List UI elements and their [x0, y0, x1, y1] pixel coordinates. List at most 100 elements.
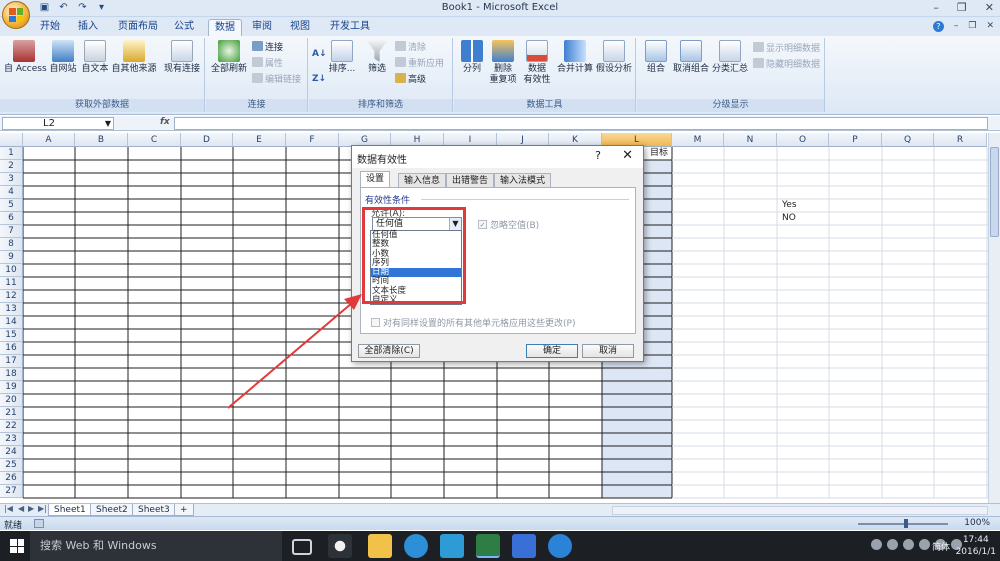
row-header[interactable]: 4	[0, 186, 23, 199]
row-header[interactable]: 23	[0, 433, 23, 446]
cancel-button[interactable]: 取消	[582, 344, 634, 358]
column-header[interactable]: F	[286, 133, 339, 147]
clear-filter-button[interactable]: 清除	[395, 41, 426, 55]
column-header[interactable]: Q	[882, 133, 934, 147]
tab-insert[interactable]: 插入	[72, 19, 104, 36]
taskbar-clock[interactable]: 17:44 2016/1/1	[956, 534, 996, 558]
insert-function-icon[interactable]: fx	[160, 117, 170, 127]
browser-icon[interactable]	[404, 534, 428, 558]
row-header[interactable]: 19	[0, 381, 23, 394]
ime-indicator[interactable]: 简体	[932, 540, 950, 553]
tab-ime-mode[interactable]: 输入法模式	[494, 173, 552, 188]
text-to-columns-button[interactable]: 分列	[457, 40, 487, 75]
row-header[interactable]: 22	[0, 420, 23, 433]
baidu-app-icon[interactable]	[512, 534, 536, 558]
security-icon[interactable]	[887, 539, 898, 550]
task-view-icon[interactable]	[292, 539, 312, 555]
tab-view[interactable]: 视图	[284, 19, 316, 36]
zoom-slider-knob[interactable]	[904, 519, 908, 528]
edit-links-button[interactable]: 编辑链接	[252, 73, 301, 87]
row-header[interactable]: 11	[0, 277, 23, 290]
remove-duplicates-button[interactable]: 删除 重复项	[488, 40, 518, 86]
row-header[interactable]: 17	[0, 355, 23, 368]
last-sheet-icon[interactable]: ▶|	[38, 504, 47, 513]
row-header[interactable]: 13	[0, 303, 23, 316]
consolidate-button[interactable]: 合并计算	[556, 40, 594, 75]
sheet-tab-2[interactable]: Sheet2	[90, 504, 134, 516]
messenger-icon[interactable]	[440, 534, 464, 558]
help-icon[interactable]: ?	[932, 21, 944, 32]
row-header[interactable]: 5	[0, 199, 23, 212]
vertical-scrollbar[interactable]	[988, 133, 1000, 503]
close-icon[interactable]: ✕	[985, 1, 994, 14]
row-header[interactable]: 16	[0, 342, 23, 355]
restore-workbook-icon[interactable]: ❐	[968, 21, 976, 32]
existing-connections-button[interactable]: 现有连接	[162, 40, 202, 75]
show-detail-button[interactable]: 显示明细数据	[753, 42, 820, 56]
from-text-button[interactable]: 自文本	[80, 40, 110, 75]
ok-button[interactable]: 确定	[526, 344, 578, 358]
column-header[interactable]: C	[128, 133, 181, 147]
clear-all-button[interactable]: 全部清除(C)	[358, 344, 420, 358]
select-all-corner[interactable]	[0, 133, 23, 147]
k-app-icon[interactable]	[548, 534, 572, 558]
row-header[interactable]: 2	[0, 160, 23, 173]
sheet-tab-3[interactable]: Sheet3	[132, 504, 176, 516]
tab-data[interactable]: 数据	[208, 19, 242, 36]
row-header[interactable]: 7	[0, 225, 23, 238]
row-header[interactable]: 25	[0, 459, 23, 472]
subtotal-button[interactable]: 分类汇总	[711, 40, 749, 75]
file-explorer-icon[interactable]	[368, 534, 392, 558]
hide-detail-button[interactable]: 隐藏明细数据	[753, 58, 820, 72]
row-header[interactable]: 14	[0, 316, 23, 329]
row-header[interactable]: 3	[0, 173, 23, 186]
column-header[interactable]: N	[724, 133, 777, 147]
pinwheel-app-icon[interactable]	[328, 534, 352, 558]
dialog-close-icon[interactable]: ✕	[622, 148, 633, 163]
cell-O6[interactable]: NO	[782, 212, 796, 225]
row-header[interactable]: 12	[0, 290, 23, 303]
bluetooth-icon[interactable]	[919, 539, 930, 550]
column-header[interactable]: O	[777, 133, 829, 147]
minimize-icon[interactable]: –	[933, 1, 939, 14]
row-header[interactable]: 26	[0, 472, 23, 485]
row-header[interactable]: 20	[0, 394, 23, 407]
row-header[interactable]: 18	[0, 368, 23, 381]
sort-az-icon[interactable]: A↓	[312, 47, 327, 61]
tab-developer[interactable]: 开发工具	[324, 19, 376, 36]
minimize-workbook-icon[interactable]: –	[954, 21, 959, 32]
row-header[interactable]: 21	[0, 407, 23, 420]
tab-formulas[interactable]: 公式	[168, 19, 200, 36]
row-header[interactable]: 1	[0, 147, 23, 160]
column-header[interactable]: D	[181, 133, 233, 147]
restore-icon[interactable]: ❐	[957, 1, 967, 14]
apply-to-all-checkbox[interactable]: 对有同样设置的所有其他单元格应用这些更改(P)	[371, 316, 575, 329]
from-other-sources-button[interactable]: 自其他来源	[110, 40, 158, 75]
cell-O5[interactable]: Yes	[782, 199, 797, 212]
from-web-button[interactable]: 自网站	[46, 40, 80, 75]
taskbar-search[interactable]: 搜索 Web 和 Windows	[30, 531, 282, 561]
column-header[interactable]: E	[233, 133, 286, 147]
macro-record-icon[interactable]	[34, 519, 44, 528]
tab-input-message[interactable]: 输入信息	[398, 173, 447, 188]
row-header[interactable]: 15	[0, 329, 23, 342]
formula-input[interactable]	[174, 117, 988, 130]
row-header[interactable]: 6	[0, 212, 23, 225]
excel-taskbar-icon[interactable]	[476, 534, 500, 558]
tab-review[interactable]: 审阅	[246, 19, 278, 36]
dialog-help-icon[interactable]: ?	[595, 149, 601, 162]
windows-start-icon[interactable]	[10, 539, 24, 553]
group-button[interactable]: 组合	[641, 40, 671, 75]
insert-sheet-icon[interactable]: +	[174, 504, 194, 516]
horizontal-scrollbar[interactable]	[612, 506, 988, 515]
tab-error-alert[interactable]: 出错警告	[446, 173, 495, 188]
filter-button[interactable]: 筛选	[363, 40, 391, 75]
column-header[interactable]: A	[23, 133, 75, 147]
sheet-tab-1[interactable]: Sheet1	[48, 504, 92, 516]
row-header[interactable]: 10	[0, 264, 23, 277]
sort-button[interactable]: 排序...	[327, 40, 357, 75]
data-validation-button[interactable]: 数据 有效性	[520, 40, 554, 86]
network-icon[interactable]	[871, 539, 882, 550]
from-access-button[interactable]: 自 Access	[4, 40, 47, 75]
row-header[interactable]: 9	[0, 251, 23, 264]
